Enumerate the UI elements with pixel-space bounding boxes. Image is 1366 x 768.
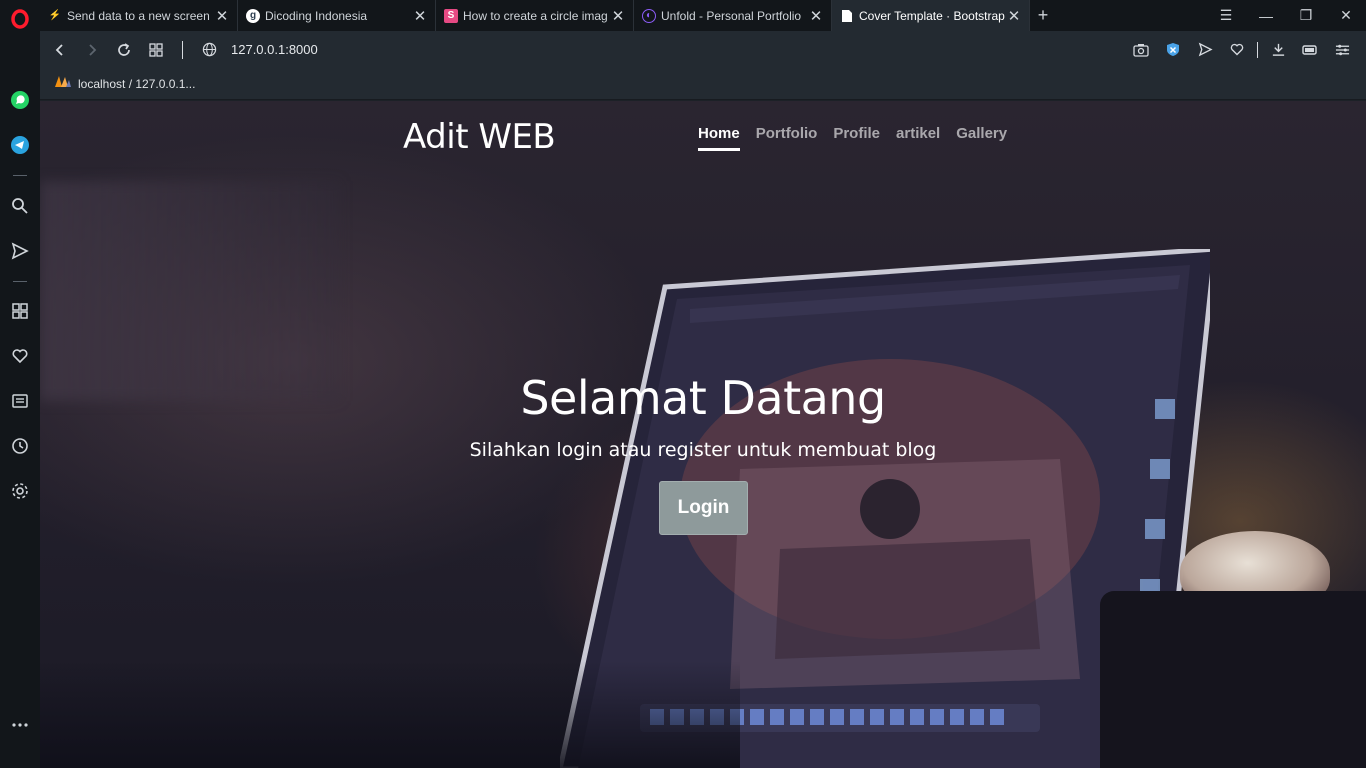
send-to-icon[interactable] [1189,35,1221,65]
sidebar-divider [13,175,27,176]
toolbar-divider [1257,41,1258,58]
camera-icon[interactable] [1125,35,1157,65]
flutter-icon: ⚡ [48,10,62,21]
bookmark-localhost[interactable]: localhost / 127.0.0.1... [78,77,195,91]
opera-icon[interactable] [8,7,32,31]
site-nav: Home Portfolio Profile artikel Gallery [698,125,1007,151]
nav-artikel[interactable]: artikel [896,125,940,151]
nav-home[interactable]: Home [698,125,740,151]
more-icon[interactable] [8,713,32,737]
minimize-icon[interactable]: — [1246,8,1286,24]
tab-title: Send data to a new screen [67,8,210,23]
url-field[interactable]: 127.0.0.1:8000 [231,42,318,57]
dicoding-icon: g [246,8,260,23]
close-icon[interactable]: ✕ [809,7,823,25]
settings-icon[interactable] [8,479,32,503]
history-icon[interactable] [8,434,32,458]
toolbar-right [1125,31,1358,68]
plant-pot-illustration [1100,591,1366,768]
whatsapp-icon[interactable] [8,88,32,112]
browser-sidebar [0,0,40,768]
new-tab-button[interactable]: + [1030,0,1056,31]
desk-shadow [40,661,740,768]
restore-icon[interactable]: ❐ [1286,7,1326,24]
search-icon[interactable] [8,194,32,218]
tab-cover-template[interactable]: Cover Template · Bootstrap ✕ [832,0,1030,31]
tab-menu-icon[interactable]: ☰ [1206,7,1246,24]
tab-bar: ⚡ Send data to a new screen ✕ g Dicoding… [40,0,1366,31]
nav-profile[interactable]: Profile [833,125,880,151]
background-window-blur [40,181,340,401]
tab-title: How to create a circle imag [463,8,608,23]
send-icon[interactable] [8,239,32,263]
svelte-icon: S [444,8,458,23]
tab-dicoding[interactable]: g Dicoding Indonesia ✕ [238,0,436,31]
site-brand[interactable]: Adit WEB [403,117,556,157]
hero-section: Selamat Datang Silahkan login atau regis… [40,371,1366,461]
tab-unfold[interactable]: ◐ Unfold - Personal Portfolio ✕ [634,0,832,31]
download-icon[interactable] [1262,35,1294,65]
sidebar-divider [13,281,27,282]
reload-icon[interactable] [108,35,140,65]
heart-icon[interactable] [8,344,32,368]
easy-setup-icon[interactable] [1326,35,1358,65]
telegram-icon[interactable] [8,133,32,157]
close-icon[interactable]: ✕ [413,7,427,25]
tab-title: Dicoding Indonesia [265,8,368,23]
hero-title: Selamat Datang [520,371,886,425]
bookmarks-bar: localhost / 127.0.0.1... [40,68,1366,100]
toolbar-divider [182,40,183,59]
page-icon [840,9,854,23]
adblock-icon[interactable] [1157,35,1189,65]
tabs-grid-icon[interactable] [140,35,172,65]
phpmyadmin-icon [54,74,72,93]
login-button[interactable]: Login [659,481,748,535]
bookmark-heart-icon[interactable] [1221,35,1253,65]
tab-title: Cover Template · Bootstrap [859,8,1005,23]
nav-portfolio[interactable]: Portfolio [756,125,818,151]
battery-saver-icon[interactable] [1294,35,1326,65]
close-icon[interactable]: ✕ [215,7,229,25]
apps-icon[interactable] [8,299,32,323]
close-window-icon[interactable]: ✕ [1326,7,1366,24]
window-controls: ☰ — ❐ ✕ [1206,0,1366,31]
close-icon[interactable]: ✕ [1007,7,1021,25]
close-icon[interactable]: ✕ [611,7,625,25]
nav-gallery[interactable]: Gallery [956,125,1007,151]
tab-title: Unfold - Personal Portfolio [661,8,802,23]
hero-subtitle: Silahkan login atau register untuk membu… [469,439,937,461]
address-bar: 127.0.0.1:8000 [40,31,1366,68]
tab-circle-image[interactable]: S How to create a circle imag ✕ [436,0,634,31]
tab-send-data[interactable]: ⚡ Send data to a new screen ✕ [40,0,238,31]
globe-icon [193,35,225,65]
news-icon[interactable] [8,389,32,413]
forward-icon[interactable] [76,35,108,65]
webpage-viewport: Adit WEB Home Portfolio Profile artikel … [40,101,1366,768]
back-icon[interactable] [44,35,76,65]
unfold-icon: ◐ [642,8,656,23]
